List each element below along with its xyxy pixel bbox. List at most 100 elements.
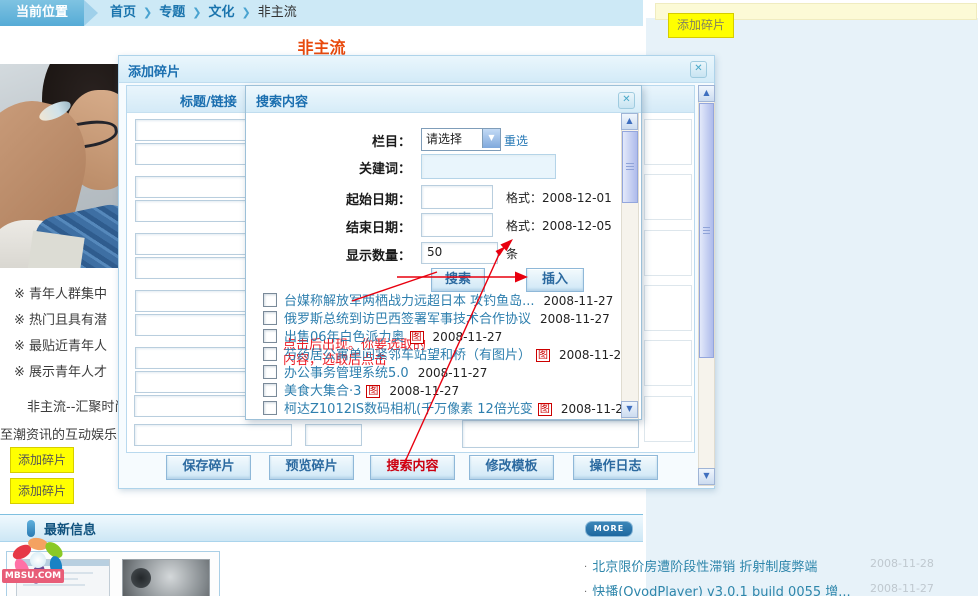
link-input[interactable]	[135, 257, 249, 279]
search-button[interactable]: 搜索	[431, 268, 485, 292]
more-button[interactable]: MORE	[585, 521, 633, 537]
breadcrumb-item-3: 非主流	[258, 5, 297, 20]
field-label-keyword: 关建词：	[271, 158, 411, 177]
end-date-input[interactable]	[421, 213, 493, 237]
add-fragment-button-side-1[interactable]: 添加碎片	[10, 447, 74, 473]
result-checkbox[interactable]	[263, 329, 277, 343]
site-desc-line2: 至潮资讯的互动娱乐网	[0, 424, 118, 443]
image-badge: 图	[538, 403, 552, 416]
news-item: · 北京限价房遭阶段性滞销 折射制度弊端 2008-11-28	[584, 556, 974, 575]
result-title-link[interactable]: 台媒称解放军两栖战力远超日本 攻钓鱼岛...	[284, 294, 535, 309]
breadcrumb-separator: ❯	[192, 6, 201, 19]
feature-line: ※ 最贴近青年人	[0, 334, 118, 360]
add-fragment-button-top[interactable]: 添加碎片	[668, 13, 734, 38]
result-checkbox[interactable]	[263, 293, 277, 307]
link-input[interactable]	[135, 314, 249, 336]
site-logo-label[interactable]: MBSU.COM	[2, 569, 64, 583]
footer-button-2[interactable]: 搜索内容	[370, 455, 455, 480]
title-input[interactable]	[134, 424, 292, 446]
news-title-link[interactable]: 北京限价房遭阶段性滞销 折射制度弊端	[592, 560, 817, 575]
title-input[interactable]	[135, 347, 249, 369]
bullet-icon: ·	[584, 562, 587, 573]
start-date-format-hint: 格式：2008-12-01	[506, 189, 612, 206]
result-title-link[interactable]: 芍药居公寓单间紧邻车站望和桥（有图片）	[284, 348, 531, 363]
breadcrumb-item-2[interactable]: 文化	[208, 5, 234, 20]
start-date-input[interactable]	[421, 185, 493, 209]
breadcrumb-item-0[interactable]: 首页	[110, 5, 136, 20]
scrollbar-thumb[interactable]	[622, 131, 638, 203]
summary-box[interactable]	[644, 230, 692, 276]
result-checkbox[interactable]	[263, 365, 277, 379]
field-label-count: 显示数量：	[271, 245, 411, 264]
result-checkbox[interactable]	[263, 383, 277, 397]
count-unit-hint: 条	[506, 245, 518, 262]
link-input[interactable]	[135, 371, 249, 393]
column-select[interactable]: 请选择	[421, 128, 501, 151]
close-icon[interactable]: ✕	[690, 61, 707, 78]
news-thumbnail-hardware[interactable]	[122, 559, 210, 596]
add-dialog-titlebar[interactable]: 添加碎片 ✕	[119, 56, 714, 83]
reselect-link[interactable]: 重选	[504, 132, 528, 149]
result-title-link[interactable]: 出售06年白色派力奥	[284, 330, 405, 345]
summary-box[interactable]	[644, 285, 692, 331]
breadcrumb-notch	[84, 0, 98, 26]
chevron-down-icon[interactable]	[482, 129, 500, 148]
title-input[interactable]	[135, 290, 249, 312]
footer-button-1[interactable]: 预览碎片	[269, 455, 354, 480]
field-label-startdate: 起始日期：	[271, 189, 411, 208]
section-marker-icon	[27, 520, 35, 537]
end-date-format-hint: 格式：2008-12-05	[506, 217, 612, 234]
result-checkbox[interactable]	[263, 311, 277, 325]
result-row: 办公事务管理系统5.02008-11-27	[263, 362, 487, 379]
image-badge: 图	[536, 349, 550, 362]
title-input[interactable]	[135, 233, 249, 255]
summary-box[interactable]	[644, 340, 692, 386]
news-title-link[interactable]: 快播(QvodPlayer) v3.0.1 build 0055 增...	[592, 585, 850, 596]
breadcrumb: 当前位置 首页❯专题❯文化❯非主流	[0, 0, 643, 26]
result-row: 柯达Z1012IS数码相机(千万像素 12倍光变图2008-11-27	[263, 398, 631, 415]
footer-button-4[interactable]: 操作日志	[573, 455, 658, 480]
link-input[interactable]	[135, 143, 249, 165]
keyword-input[interactable]	[421, 154, 556, 179]
add-fragment-button-side-2[interactable]: 添加碎片	[10, 478, 74, 504]
news-section-bar: 最新信息 MORE	[0, 514, 643, 542]
display-count-input[interactable]: 50	[421, 242, 498, 264]
result-row: 芍药居公寓单间紧邻车站望和桥（有图片）图2008-11-27	[263, 344, 629, 361]
result-date: 2008-11-27	[544, 294, 614, 308]
title-input[interactable]	[135, 119, 249, 141]
page: 当前位置 首页❯专题❯文化❯非主流 非主流 添加碎片 ※ 青年人群集中※ 热门且…	[0, 0, 978, 596]
thumb-fan-shape	[131, 568, 151, 588]
result-title-link[interactable]: 美食大集合·3	[284, 384, 361, 399]
scroll-up-icon[interactable]	[621, 113, 638, 130]
result-checkbox[interactable]	[263, 347, 277, 361]
summary-box[interactable]	[644, 119, 692, 165]
result-title-link[interactable]: 俄罗斯总统到访巴西签署军事技术合作协议	[284, 312, 531, 327]
result-checkbox[interactable]	[263, 401, 277, 415]
summary-box[interactable]	[462, 420, 639, 448]
column-header-title-link: 标题/链接	[180, 91, 237, 110]
order-input[interactable]	[305, 424, 362, 446]
title-input[interactable]	[135, 176, 249, 198]
summary-box[interactable]	[644, 396, 692, 442]
result-title-link[interactable]: 柯达Z1012IS数码相机(千万像素 12倍光变	[284, 402, 533, 417]
search-dialog-titlebar[interactable]: 搜索内容 ✕	[246, 86, 641, 113]
news-date: 2008-11-28	[870, 557, 934, 570]
footer-button-0[interactable]: 保存碎片	[166, 455, 251, 480]
result-row: 俄罗斯总统到访巴西签署军事技术合作协议2008-11-27	[263, 308, 610, 325]
result-row: 出售06年白色派力奥图2008-11-27	[263, 326, 502, 343]
footer-button-3[interactable]: 修改模板	[469, 455, 554, 480]
sidebar-photo	[0, 64, 118, 268]
scroll-up-icon[interactable]	[698, 85, 715, 102]
breadcrumb-item-1[interactable]: 专题	[159, 5, 185, 20]
result-title-link[interactable]: 办公事务管理系统5.0	[284, 366, 409, 381]
scrollbar-thumb[interactable]	[699, 103, 714, 358]
breadcrumb-separator: ❯	[143, 6, 152, 19]
insert-button[interactable]: 插入	[526, 268, 584, 292]
summary-box[interactable]	[644, 174, 692, 220]
scroll-down-icon[interactable]	[698, 468, 715, 485]
scroll-down-icon[interactable]	[621, 401, 638, 418]
close-icon[interactable]: ✕	[618, 92, 635, 109]
image-badge: 图	[366, 385, 380, 398]
search-dialog-title: 搜索内容	[256, 91, 308, 110]
link-input[interactable]	[135, 200, 249, 222]
